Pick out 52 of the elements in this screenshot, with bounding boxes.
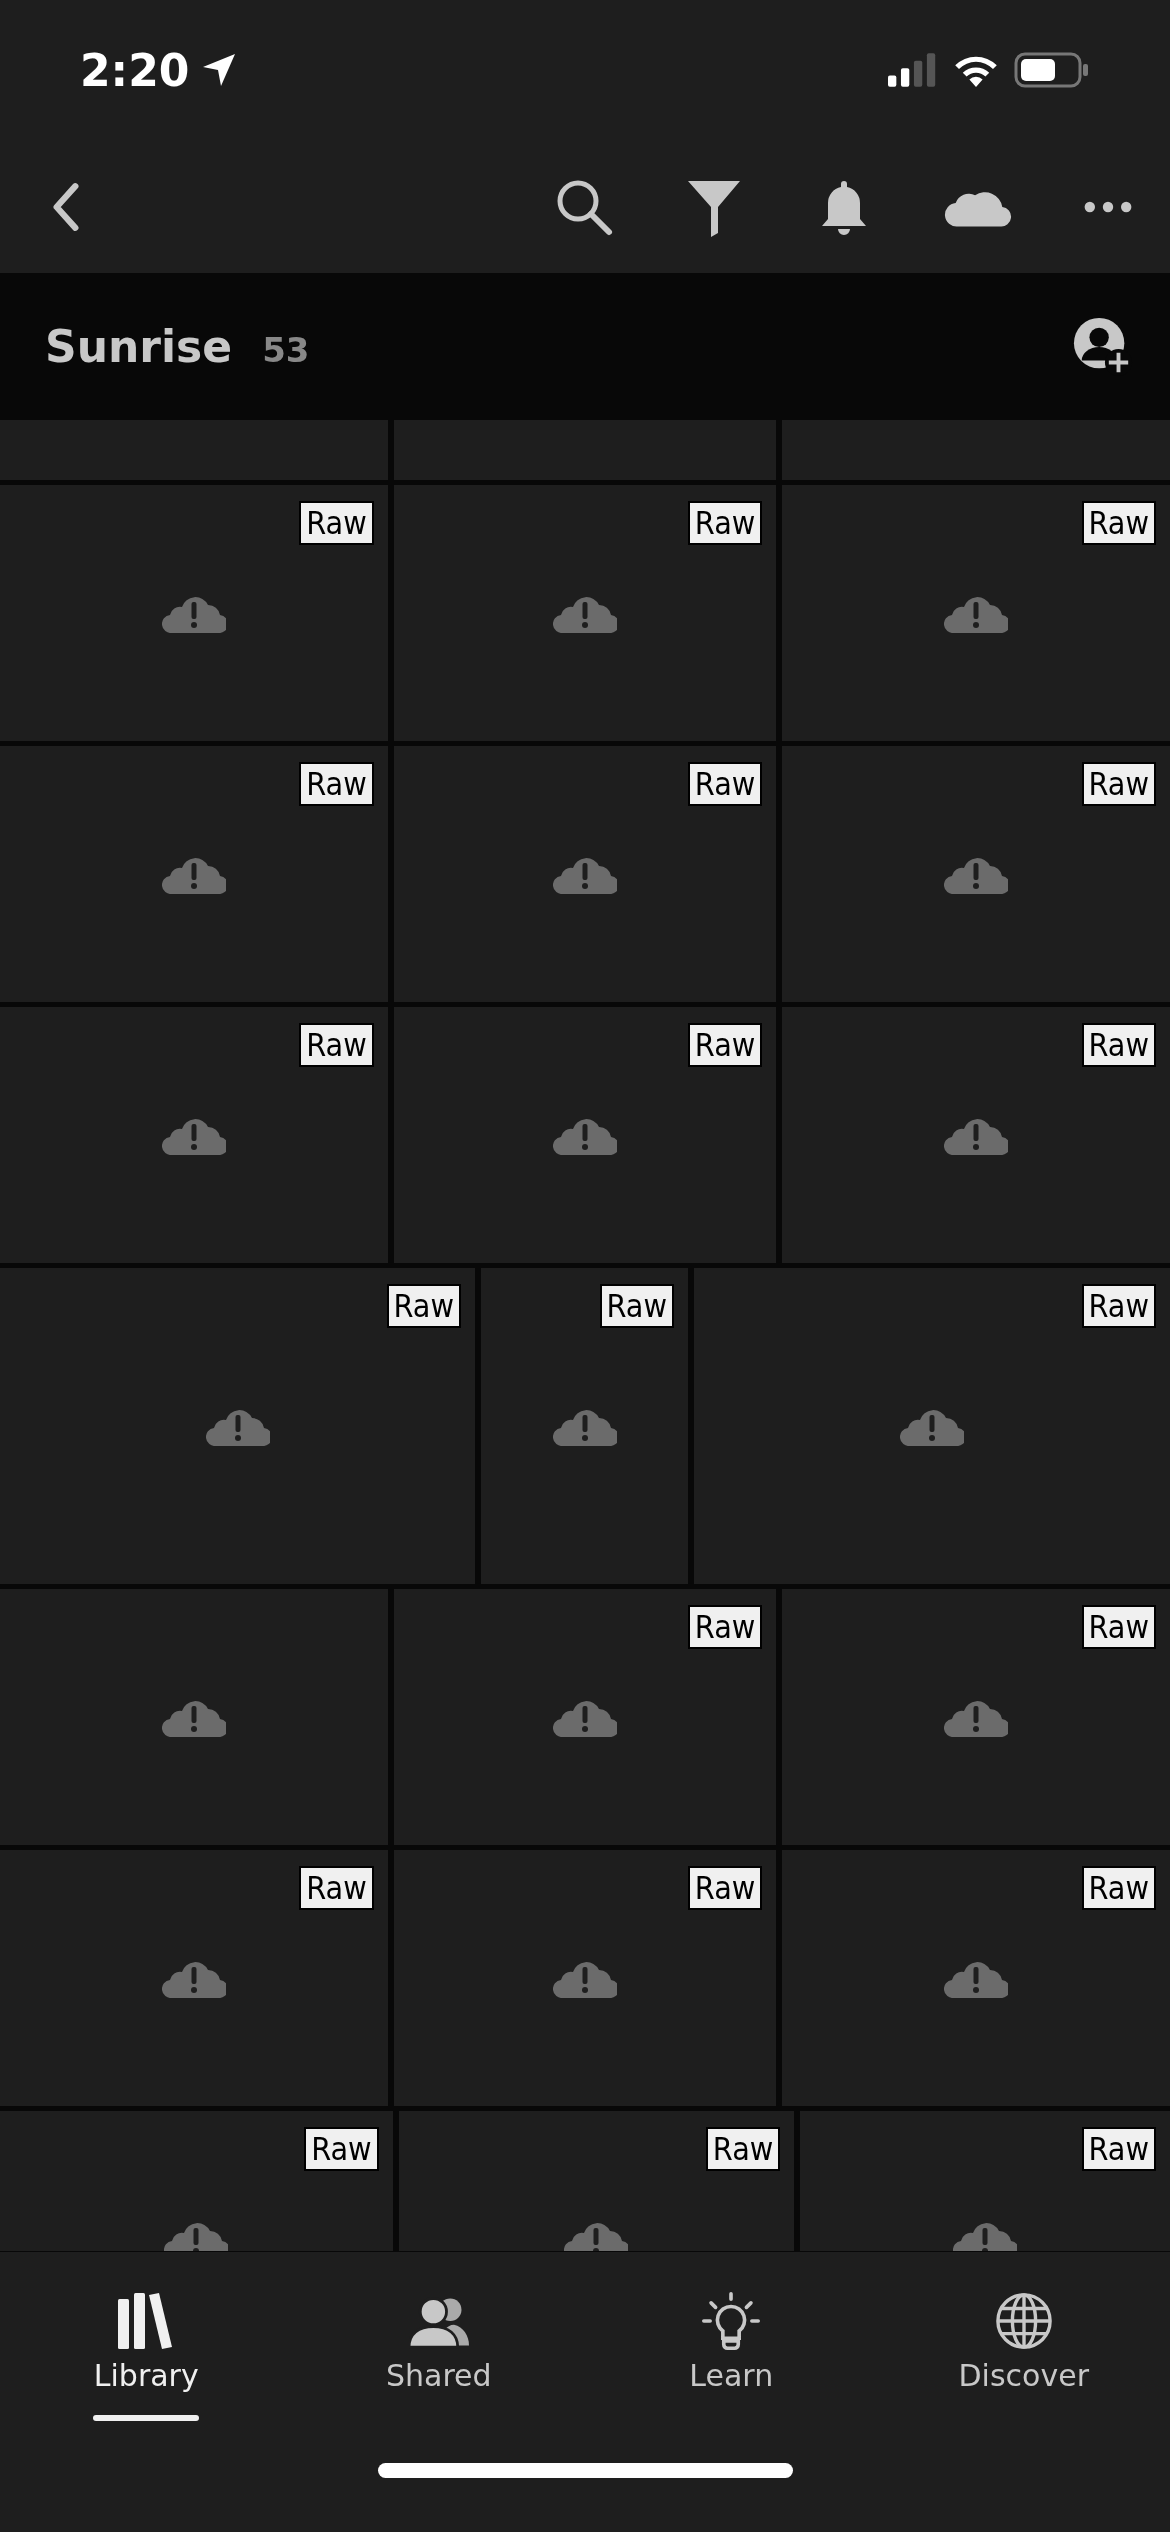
raw-badge: Raw <box>687 1866 763 1910</box>
raw-badge: Raw <box>304 2127 379 2171</box>
photo-placeholder[interactable]: Raw <box>393 1007 777 1263</box>
raw-badge: Raw <box>1081 1866 1156 1910</box>
back-icon[interactable] <box>50 180 82 233</box>
raw-badge: Raw <box>1081 762 1156 806</box>
photo-placeholder[interactable]: Raw <box>694 1268 1170 1584</box>
photo-placeholder[interactable]: Raw <box>800 2111 1170 2251</box>
raw-badge: Raw <box>299 501 374 545</box>
globe-icon <box>993 2292 1054 2350</box>
raw-badge: Raw <box>687 1605 763 1649</box>
photo-placeholder[interactable]: Raw <box>393 746 777 1002</box>
raw-badge: Raw <box>599 1284 674 1328</box>
photo-placeholder[interactable]: Raw <box>782 1850 1170 2106</box>
photo-placeholder[interactable]: Raw <box>0 485 388 741</box>
raw-badge: Raw <box>1081 1284 1156 1328</box>
raw-badge: Raw <box>687 1023 763 1067</box>
signal-icon <box>888 53 938 87</box>
raw-badge: Raw <box>1081 1023 1156 1067</box>
nav-tab[interactable]: Discover <box>877 2292 1170 2421</box>
lightbulb-icon <box>701 2292 762 2350</box>
raw-badge: Raw <box>1081 1605 1156 1649</box>
nav-tab[interactable]: Learn <box>585 2292 878 2421</box>
photo-placeholder[interactable]: Raw <box>393 485 777 741</box>
photo-placeholder[interactable]: Raw <box>0 1007 388 1263</box>
raw-badge: Raw <box>299 1023 374 1067</box>
photo-placeholder[interactable]: Raw <box>0 746 388 1002</box>
nav-tab[interactable]: Library <box>0 2292 293 2421</box>
battery-icon <box>1014 52 1090 88</box>
photo-placeholder[interactable]: Raw <box>398 2111 795 2251</box>
photo-placeholder[interactable]: Raw <box>0 2111 393 2251</box>
photo-placeholder[interactable]: Raw <box>782 1007 1170 1263</box>
photo-placeholder[interactable]: Raw <box>782 485 1170 741</box>
raw-badge: Raw <box>1081 501 1156 545</box>
raw-badge: Raw <box>299 762 374 806</box>
raw-badge: Raw <box>386 1284 461 1328</box>
raw-badge: Raw <box>687 762 763 806</box>
photo-placeholder[interactable]: Raw <box>0 1850 388 2106</box>
raw-badge: Raw <box>705 2127 781 2171</box>
status-time: 2:20 <box>80 44 190 96</box>
photo-placeholder[interactable]: Raw <box>393 1850 777 2106</box>
photo-placeholder[interactable]: Raw <box>0 1268 475 1584</box>
album-title: Sunrise <box>45 321 233 372</box>
photo-count: 53 <box>262 330 310 370</box>
raw-badge: Raw <box>687 501 763 545</box>
photo-placeholder[interactable]: Raw <box>481 1268 688 1584</box>
nav-tab[interactable]: Shared <box>292 2292 585 2421</box>
raw-badge: Raw <box>299 1866 374 1910</box>
raw-badge: Raw <box>1081 2127 1156 2171</box>
photo-placeholder[interactable]: Raw <box>782 746 1170 1002</box>
photo-placeholder[interactable]: Raw <box>782 1589 1170 1845</box>
photo-placeholder[interactable]: Raw <box>393 1589 777 1845</box>
